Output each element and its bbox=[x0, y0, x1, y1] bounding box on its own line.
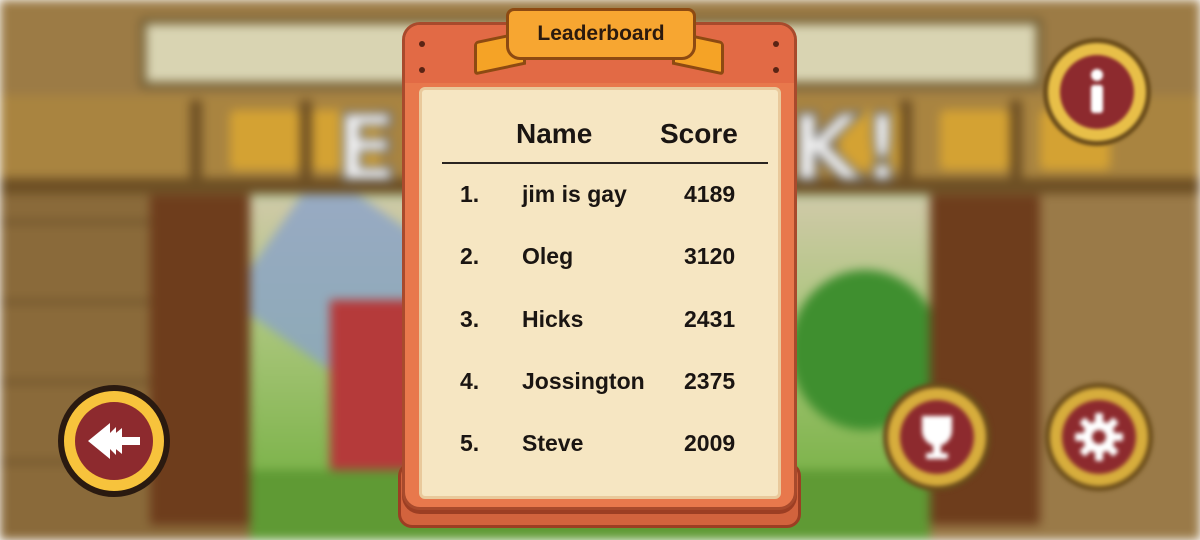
table-row: 4. Jossington 2375 bbox=[422, 368, 778, 402]
rank: 2. bbox=[460, 243, 480, 269]
leaderboard-panel: Name Score 1. jim is gay 4189 2. Oleg 31… bbox=[398, 8, 801, 530]
player-name: Oleg bbox=[522, 243, 574, 269]
rank: 3. bbox=[460, 306, 480, 332]
leaderboard-title: Leaderboard bbox=[537, 22, 665, 45]
game-title-left-fragment: E bbox=[333, 93, 400, 204]
gear-icon bbox=[1062, 400, 1136, 474]
header-divider bbox=[442, 162, 768, 164]
info-icon bbox=[1060, 55, 1134, 129]
trophy-icon bbox=[900, 400, 974, 474]
player-name: Steve bbox=[522, 430, 584, 456]
leaderboard-paper: Name Score 1. jim is gay 4189 2. Oleg 31… bbox=[419, 87, 781, 499]
rank: 1. bbox=[460, 181, 480, 207]
back-button[interactable] bbox=[58, 385, 170, 497]
settings-button[interactable] bbox=[1045, 383, 1153, 491]
rank: 4. bbox=[460, 368, 480, 394]
info-button[interactable] bbox=[1043, 38, 1151, 146]
table-row: 1. jim is gay 4189 bbox=[422, 181, 778, 215]
back-arrow-icon bbox=[75, 402, 153, 480]
player-score: 2009 bbox=[684, 430, 736, 456]
trophy-button[interactable] bbox=[883, 383, 991, 491]
player-score: 2375 bbox=[684, 368, 736, 394]
game-title-right-fragment: K! bbox=[788, 93, 905, 204]
player-score: 2431 bbox=[684, 306, 736, 332]
player-score: 3120 bbox=[684, 243, 736, 269]
table-header: Name Score bbox=[422, 118, 778, 158]
player-name: Jossington bbox=[522, 368, 645, 394]
title-ribbon: Leaderboard bbox=[506, 8, 696, 60]
curtain-left bbox=[150, 195, 250, 525]
panel-frame: Name Score 1. jim is gay 4189 2. Oleg 31… bbox=[402, 22, 797, 510]
player-score: 4189 bbox=[684, 181, 736, 207]
column-header-name: Name bbox=[516, 118, 593, 149]
table-row: 3. Hicks 2431 bbox=[422, 306, 778, 340]
player-name: jim is gay bbox=[522, 181, 627, 207]
column-header-score: Score bbox=[660, 118, 738, 149]
rank: 5. bbox=[460, 430, 480, 456]
table-row: 5. Steve 2009 bbox=[422, 430, 778, 464]
table-row: 2. Oleg 3120 bbox=[422, 243, 778, 277]
player-name: Hicks bbox=[522, 306, 584, 332]
